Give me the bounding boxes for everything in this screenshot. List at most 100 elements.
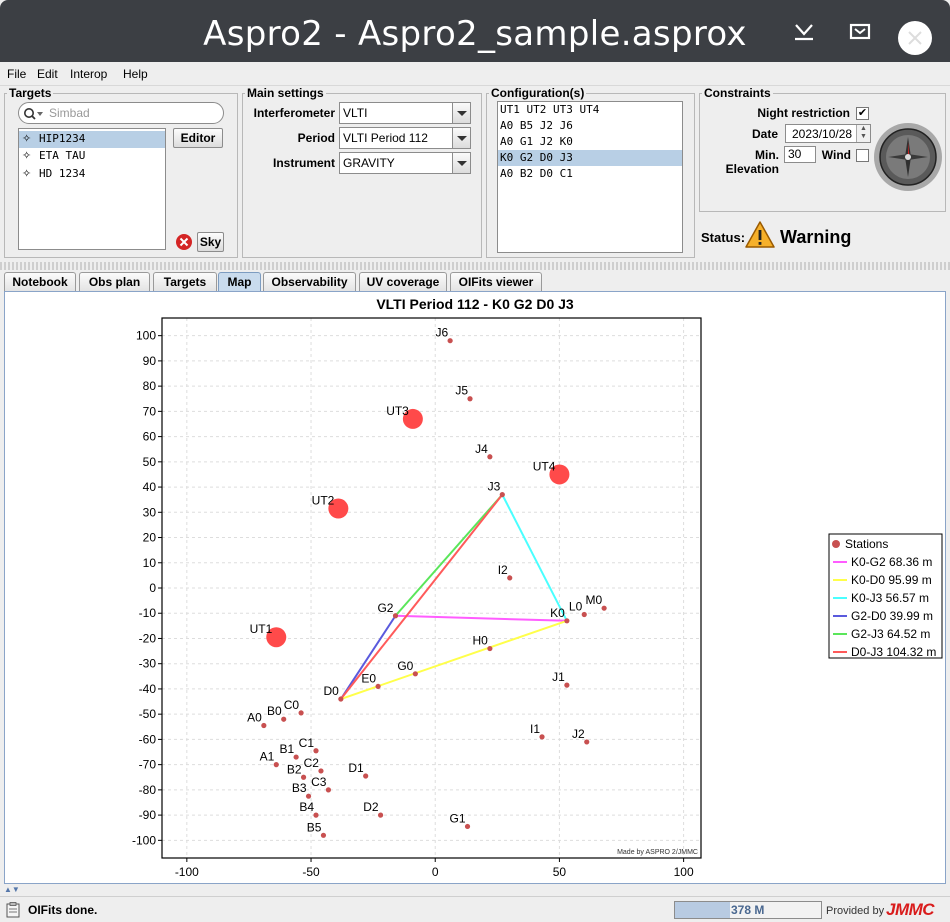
station-c1[interactable] xyxy=(313,748,319,754)
station-b3[interactable] xyxy=(305,793,312,799)
station-h0[interactable] xyxy=(487,645,493,652)
x-tick-label: -50 xyxy=(302,865,320,879)
chevron-down-icon[interactable] xyxy=(452,103,470,123)
station-b4[interactable] xyxy=(313,812,319,818)
date-spinner[interactable]: 2023/10/28 ▲ ▼ xyxy=(785,124,871,143)
station-b5[interactable] xyxy=(320,832,327,838)
target-item[interactable]: ✧ HD 1234 xyxy=(19,166,165,184)
tab-obs-plan[interactable]: Obs plan xyxy=(79,272,150,292)
station-j4[interactable] xyxy=(487,454,493,460)
x-tick-label: 0 xyxy=(432,865,439,879)
tab-map[interactable]: Map xyxy=(218,272,261,292)
telescope-label: UT4 xyxy=(533,459,556,473)
station-d0[interactable] xyxy=(338,696,344,702)
min-elevation-input[interactable]: 30 xyxy=(784,146,816,163)
menu-file[interactable]: File xyxy=(7,67,26,81)
baseline-k0-g2 xyxy=(395,614,567,622)
period-select[interactable]: VLTI Period 112 xyxy=(339,127,471,149)
y-tick-label: 70 xyxy=(143,404,157,418)
simbad-search-input[interactable]: Simbad xyxy=(18,102,224,124)
chevron-down-icon[interactable] xyxy=(452,153,470,173)
station-j1[interactable] xyxy=(564,682,570,688)
station-d2[interactable] xyxy=(377,812,384,818)
interferometer-select[interactable]: VLTI xyxy=(339,102,471,124)
jmmc-logo[interactable]: JMMC xyxy=(886,900,935,920)
legend-label: K0-J3 56.57 m xyxy=(851,591,929,605)
station-j5[interactable] xyxy=(467,396,473,402)
spinner-arrows-icon[interactable]: ▲ ▼ xyxy=(856,125,870,142)
station-l0[interactable] xyxy=(581,611,587,618)
configuration-list[interactable]: UT1 UT2 UT3 UT4 A0 B5 J2 J6 A0 G1 J2 K0 … xyxy=(497,101,683,253)
baseline-k0-j3 xyxy=(501,494,568,622)
station-label: C0 xyxy=(284,698,300,712)
telescope-label: UT3 xyxy=(386,404,409,418)
station-c0[interactable] xyxy=(298,710,304,716)
remove-target-icon[interactable] xyxy=(175,233,193,251)
station-i1[interactable] xyxy=(539,734,545,740)
menu-edit[interactable]: Edit xyxy=(37,67,58,81)
grid xyxy=(162,318,701,858)
target-item[interactable]: ✧ ETA TAU xyxy=(19,148,165,166)
station-g2[interactable] xyxy=(392,613,399,619)
tab-targets[interactable]: Targets xyxy=(153,272,217,292)
status-value: Warning xyxy=(780,227,852,247)
configuration-item[interactable]: A0 B2 D0 C1 xyxy=(498,166,682,182)
memory-value: 378 M xyxy=(731,903,765,917)
station-j3[interactable] xyxy=(499,492,505,498)
station-g1[interactable] xyxy=(464,823,471,830)
target-item[interactable]: ✧ HIP1234 xyxy=(19,131,165,148)
station-d1[interactable] xyxy=(363,773,369,779)
station-b1[interactable] xyxy=(293,754,299,760)
y-tick-label: -70 xyxy=(139,758,157,772)
station-label: B4 xyxy=(299,800,314,814)
station-g0[interactable] xyxy=(412,671,418,677)
station-j6[interactable] xyxy=(447,338,453,344)
station-k0[interactable] xyxy=(564,618,570,624)
collapse-arrows-icon[interactable]: ▲▼ xyxy=(4,885,20,894)
compass-icon[interactable] xyxy=(872,122,944,192)
station-a1[interactable] xyxy=(273,762,279,768)
station-e0[interactable] xyxy=(375,683,381,690)
legend-label: D0-J3 104.32 m xyxy=(851,645,936,659)
instrument-select[interactable]: GRAVITY xyxy=(339,152,471,174)
station-b2[interactable] xyxy=(300,774,307,780)
configuration-item[interactable]: A0 G1 J2 K0 xyxy=(498,134,682,150)
station-i2[interactable] xyxy=(507,575,513,581)
station-m0[interactable] xyxy=(601,605,607,611)
station-b0[interactable] xyxy=(281,716,287,722)
y-tick-label: 100 xyxy=(136,329,156,343)
minimize-icon[interactable] xyxy=(791,18,817,44)
chevron-down-icon[interactable] xyxy=(452,128,470,148)
wind-checkbox[interactable] xyxy=(856,149,869,162)
search-placeholder: Simbad xyxy=(49,106,90,120)
station-j2[interactable] xyxy=(584,739,590,745)
menu-interop[interactable]: Interop xyxy=(70,67,107,81)
tab-oifits-viewer[interactable]: OIFits viewer xyxy=(450,272,542,292)
station-c3[interactable] xyxy=(325,787,332,793)
editor-button[interactable]: Editor xyxy=(173,128,223,148)
close-icon[interactable] xyxy=(896,19,934,57)
restore-icon[interactable] xyxy=(847,18,873,44)
bottom-splitter[interactable]: ▲▼ xyxy=(4,885,946,895)
y-tick-label: 90 xyxy=(143,354,157,368)
tab-observability[interactable]: Observability xyxy=(263,272,356,292)
menu-bar: File Edit Interop Help xyxy=(0,62,950,86)
configuration-item[interactable]: K0 G2 D0 J3 xyxy=(498,150,682,166)
sky-button[interactable]: Sky xyxy=(197,232,224,252)
y-tick-label: -40 xyxy=(139,682,157,696)
configuration-item[interactable]: A0 B5 J2 J6 xyxy=(498,118,682,134)
target-item-label: HIP1234 xyxy=(39,132,86,145)
station-c2[interactable] xyxy=(318,768,324,774)
target-list[interactable]: ✧ HIP1234 ✧ ETA TAU ✧ HD 1234 xyxy=(18,128,166,250)
x-tick-label: 100 xyxy=(674,865,694,879)
tab-notebook[interactable]: Notebook xyxy=(4,272,76,292)
night-restriction-checkbox[interactable]: ✔ xyxy=(856,107,869,120)
station-label: E0 xyxy=(361,671,376,685)
memory-monitor[interactable]: 378 M xyxy=(674,901,822,919)
configuration-item[interactable]: UT1 UT2 UT3 UT4 xyxy=(498,102,682,118)
y-tick-label: -30 xyxy=(139,657,157,671)
menu-help[interactable]: Help xyxy=(123,67,148,81)
tab-uv-coverage[interactable]: UV coverage xyxy=(359,272,447,292)
station-a0[interactable] xyxy=(261,722,267,729)
splitter[interactable] xyxy=(0,262,950,270)
